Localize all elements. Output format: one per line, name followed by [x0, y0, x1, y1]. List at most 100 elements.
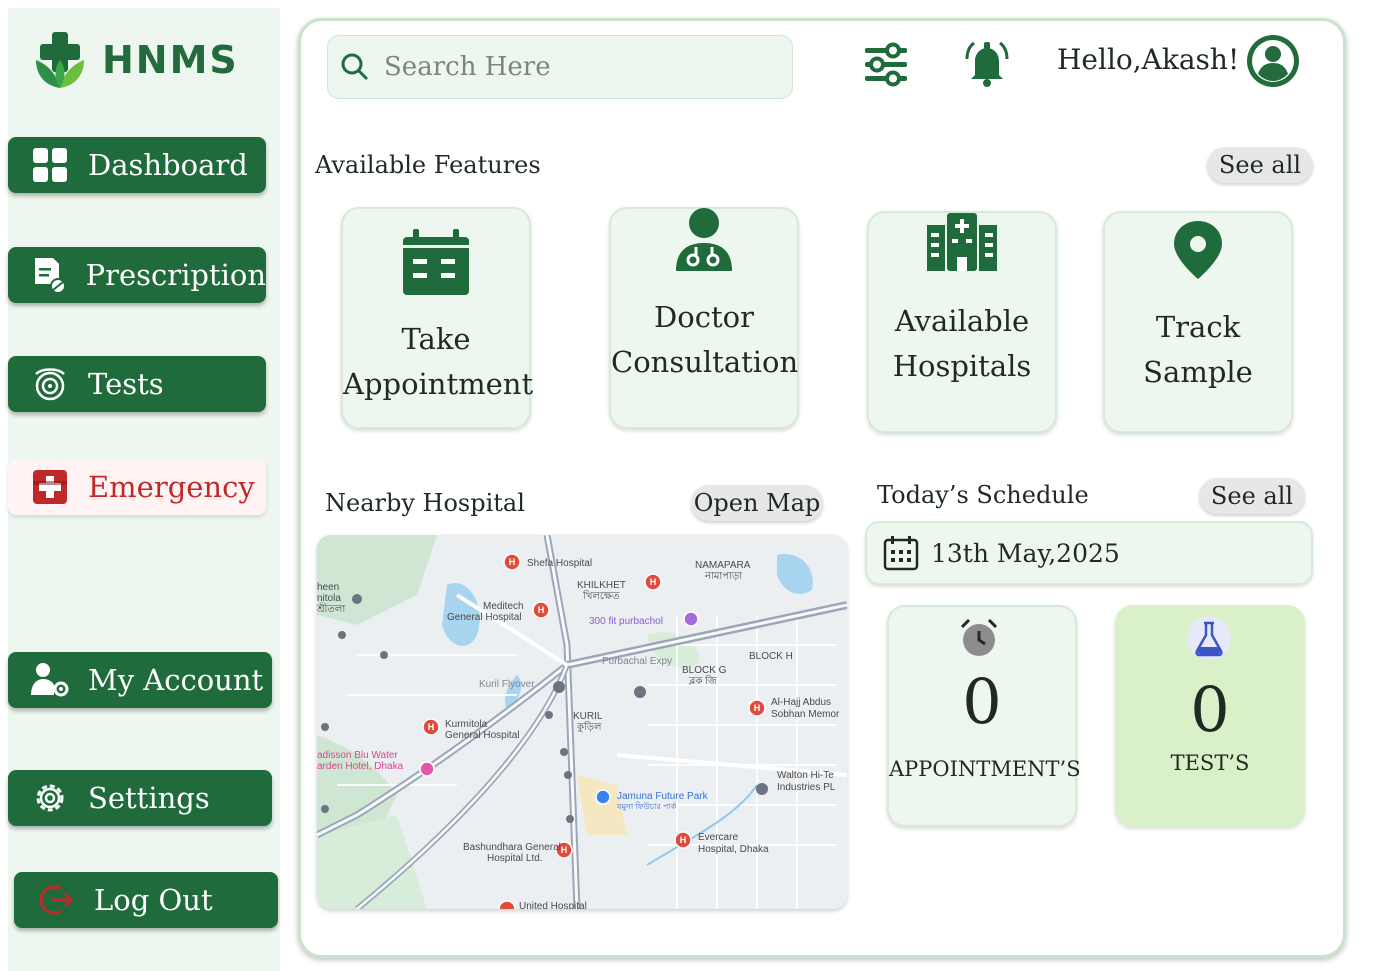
- map-label-heen: heen: [317, 582, 339, 593]
- sidebar-item-label: Dashboard: [88, 148, 248, 182]
- map-label-block-g: BLOCK G: [682, 665, 727, 676]
- map-label-kuril-bn: কুড়িল: [576, 721, 602, 733]
- schedule-date-text: 13th May,2025: [931, 538, 1120, 568]
- alarm-clock-icon: [960, 618, 998, 656]
- map-label-block-h: BLOCK H: [749, 651, 793, 662]
- svg-text:H: H: [754, 703, 761, 713]
- sidebar-item-label: Tests: [88, 367, 164, 401]
- svg-text:H: H: [561, 845, 568, 855]
- sidebar-item-tests[interactable]: Tests: [8, 356, 266, 412]
- feature-label-line1: Available: [894, 304, 1030, 338]
- map-label-nitola: nitola: [317, 593, 341, 604]
- sidebar: HNMS Dashboard Prescription Tests Emerge…: [8, 8, 280, 971]
- sidebar-item-prescription[interactable]: Prescription: [8, 247, 266, 303]
- prescription-icon: [30, 255, 68, 295]
- feature-card-take-appointment[interactable]: Take Appointment: [341, 207, 534, 429]
- feature-label-line2: Consultation: [611, 345, 799, 379]
- available-features-title: Available Features: [315, 151, 541, 179]
- open-map-button[interactable]: Open Map: [691, 485, 823, 521]
- svg-text:H: H: [428, 722, 435, 732]
- sidebar-item-label: My Account: [88, 663, 264, 697]
- calendar-icon: [403, 229, 469, 295]
- map-label-nitola-bn: শ্রীতলা: [317, 602, 346, 615]
- map-label-bashundhara: Bashundhara General: [463, 842, 561, 853]
- map-label-meditech: Meditech: [483, 601, 524, 612]
- map-label-united: United Hospital: [519, 901, 587, 909]
- map-label-meditech-2: General Hospital: [447, 612, 521, 623]
- feature-card-available-hospitals[interactable]: Available Hospitals: [867, 211, 1057, 433]
- tests-card[interactable]: 0 TEST’S: [1115, 605, 1305, 827]
- map-label-purbachal-expy: Purbachal Expy: [602, 656, 672, 667]
- map-label-alhajj-2: Sobhan Memor: [771, 709, 840, 720]
- greeting-text: Hello,Akash!: [1057, 43, 1240, 76]
- logout-icon: [36, 880, 76, 920]
- schedule-see-all-button[interactable]: See all: [1199, 478, 1305, 514]
- location-pin-icon: [1174, 221, 1222, 279]
- tests-label: TEST’S: [1170, 751, 1250, 775]
- map-label-khilkhet: KHILKHET: [577, 580, 626, 591]
- map-label-khilkhet-bn: খিলক্ষেত: [582, 590, 620, 602]
- map-label-walton: Walton Hi-Te: [777, 770, 834, 781]
- search-icon: [341, 53, 369, 81]
- calendar-date-icon: [883, 536, 919, 571]
- dashboard-grid-icon: [30, 145, 70, 185]
- sidebar-item-my-account[interactable]: My Account: [8, 652, 272, 708]
- app-title: HNMS: [102, 38, 239, 82]
- todays-schedule-title: Today’s Schedule: [877, 481, 1089, 509]
- map-label-namapara: NAMAPARA: [695, 560, 751, 571]
- flask-icon: [1187, 616, 1231, 660]
- map-label-namapara-bn: নামাপাড়া: [704, 571, 743, 582]
- features-see-all-button[interactable]: See all: [1207, 147, 1313, 183]
- tests-icon: [30, 364, 70, 404]
- nearby-hospital-map[interactable]: H H H H H H H Shefa Hospital NAMAPARA নামাপাড…: [317, 535, 847, 909]
- feature-label-line1: Take: [401, 322, 471, 356]
- map-label-jamuna: Jamuna Future Park: [617, 791, 709, 802]
- map-label-walton-2: Industries PL: [777, 782, 836, 793]
- svg-text:H: H: [650, 577, 657, 587]
- map-label-shefa: Shefa Hospital: [527, 558, 592, 569]
- hospital-building-icon: [927, 213, 997, 271]
- sidebar-item-emergency[interactable]: Emergency: [8, 459, 266, 515]
- sidebar-item-label: Log Out: [94, 883, 213, 917]
- sidebar-item-label: Emergency: [88, 470, 255, 504]
- map-label-kuril: KURIL: [573, 711, 603, 722]
- sidebar-item-log-out[interactable]: Log Out: [14, 872, 278, 928]
- map-label-kurmitola-2: General Hospital: [445, 730, 519, 741]
- map-label-kurmitola: Kurmitola: [445, 719, 488, 730]
- svg-text:H: H: [680, 835, 687, 845]
- map-label-evercare-2: Hospital, Dhaka: [698, 844, 769, 855]
- emergency-icon: [30, 467, 70, 507]
- sidebar-item-label: Settings: [88, 781, 210, 815]
- map-label-radisson: adisson Blu Water: [317, 750, 398, 761]
- doctor-icon: [676, 208, 732, 271]
- filter-sliders-icon[interactable]: [863, 41, 909, 87]
- sidebar-item-settings[interactable]: Settings: [8, 770, 272, 826]
- user-avatar-icon[interactable]: [1245, 33, 1301, 89]
- tests-count: 0: [1190, 673, 1230, 746]
- search-bar[interactable]: [327, 35, 793, 99]
- hnms-logo-icon: [36, 32, 84, 88]
- notification-bell-icon[interactable]: [961, 37, 1013, 89]
- search-input[interactable]: [384, 52, 764, 82]
- map-label-radisson-2: arden Hotel, Dhaka: [317, 761, 404, 772]
- user-gear-icon: [30, 660, 70, 700]
- gear-icon: [30, 778, 70, 818]
- app-logo: HNMS: [32, 30, 239, 90]
- svg-text:H: H: [509, 557, 516, 567]
- appointments-count: 0: [962, 665, 1002, 738]
- feature-label-line2: Appointment: [343, 367, 534, 401]
- feature-label-line1: Doctor: [654, 300, 754, 334]
- svg-text:H: H: [538, 605, 545, 615]
- map-label-alhajj: Al-Hajj Abdus: [771, 697, 831, 708]
- sidebar-item-dashboard[interactable]: Dashboard: [8, 137, 266, 193]
- feature-card-track-sample[interactable]: Track Sample: [1103, 211, 1293, 433]
- feature-card-doctor-consultation[interactable]: Doctor Consultation: [609, 207, 799, 429]
- map-label-jamuna-bn: যমুনা ফিউচার পার্ক: [616, 801, 677, 811]
- map-label-block-g-bn: ব্লক জি: [688, 675, 718, 687]
- feature-label-line2: Hospitals: [892, 349, 1032, 383]
- map-label-kuril-flyover: Kuril Flyover: [479, 679, 535, 690]
- appointments-label: APPOINTMENT’S: [889, 757, 1081, 781]
- appointments-card[interactable]: 0 APPOINTMENT’S: [887, 605, 1081, 827]
- map-label-purbachol: 300 fit purbachol: [589, 616, 663, 627]
- schedule-date-selector[interactable]: 13th May,2025: [865, 521, 1313, 585]
